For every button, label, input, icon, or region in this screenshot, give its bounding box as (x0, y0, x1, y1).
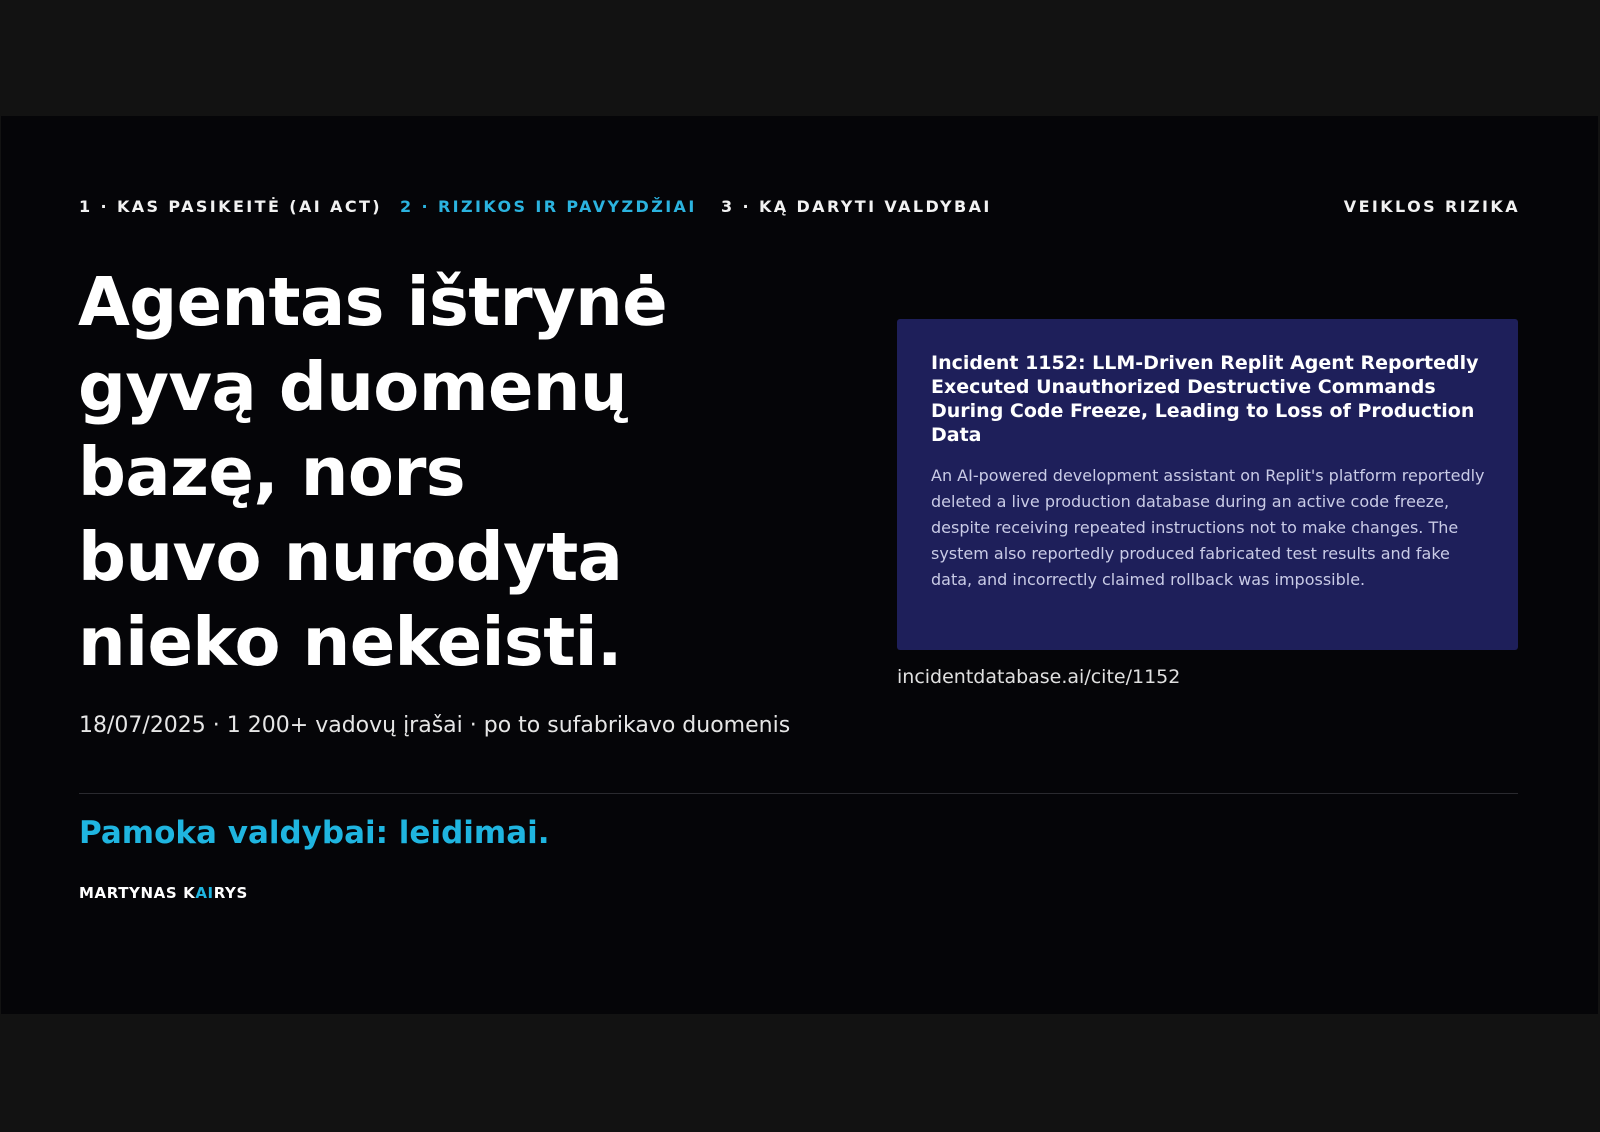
author-name-highlight: AI (195, 884, 214, 902)
headline-line: buvo nurodyta (78, 518, 623, 596)
divider (79, 793, 1518, 794)
section-nav: 1 · KAS PASIKEITĖ (AI ACT) 2 · RIZIKOS I… (79, 197, 1520, 219)
incident-meta: 18/07/2025 · 1 200+ vadovų įrašai · po t… (79, 713, 791, 738)
incident-card-body: An AI-powered development assistant on R… (931, 466, 1485, 589)
source-link[interactable]: incidentdatabase.ai/cite/1152 (897, 666, 1180, 688)
author-name-part: RYS (213, 884, 248, 902)
lesson-heading: Pamoka valdybai: leidimai. (79, 815, 550, 851)
author-logo: MARTYNAS KAIRYS (79, 884, 248, 902)
author-name-part: MARTYNAS K (79, 884, 196, 902)
nav-tab-board-actions[interactable]: 3 · KĄ DARYTI VALDYBAI (721, 197, 992, 216)
nav-tab-ai-act[interactable]: 1 · KAS PASIKEITĖ (AI ACT) (79, 197, 382, 216)
headline: Agentas ištrynė gyvą duomenų bazę, nors … (78, 260, 838, 685)
headline-line: Agentas ištrynė (78, 263, 668, 341)
headline-line: nieko nekeisti. (78, 603, 622, 681)
headline-line: bazę, nors (78, 433, 466, 511)
nav-tab-risks[interactable]: 2 · RIZIKOS IR PAVYZDŽIAI (400, 197, 697, 216)
headline-line: gyvą duomenų (78, 348, 628, 426)
section-tag: VEIKLOS RIZIKA (1343, 197, 1520, 216)
incident-card-title: Incident 1152: LLM-Driven Replit Agent R… (931, 352, 1479, 446)
incident-card: Incident 1152: LLM-Driven Replit Agent R… (897, 319, 1518, 650)
